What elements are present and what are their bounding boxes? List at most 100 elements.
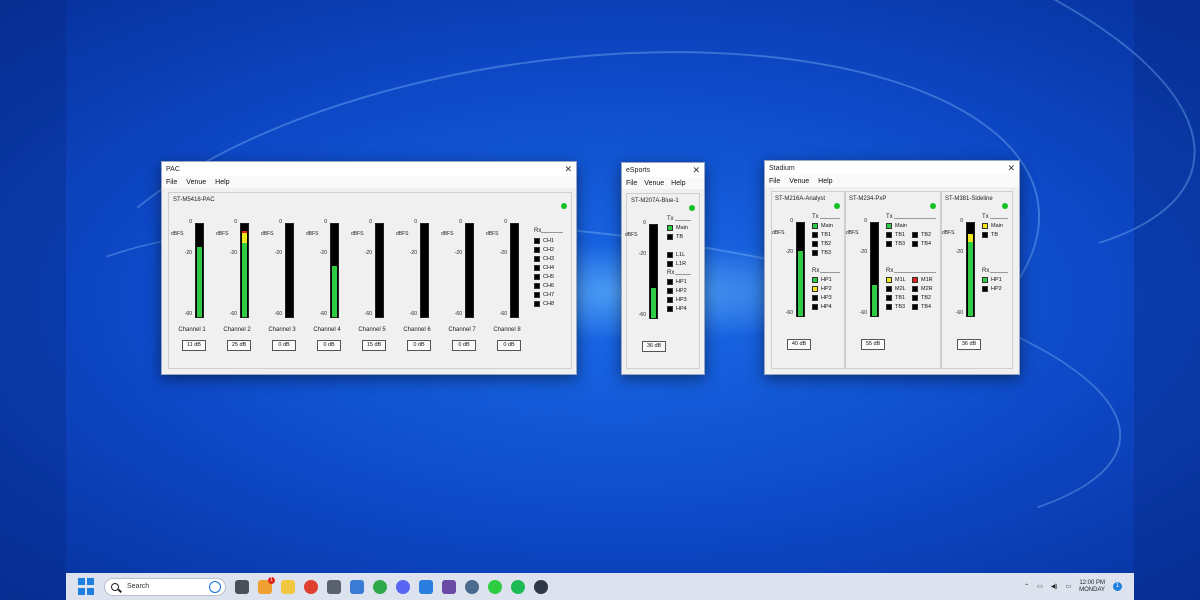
spotify-icon[interactable] <box>511 579 525 594</box>
indicator: HP2 <box>812 285 832 293</box>
photos-icon[interactable] <box>350 579 364 594</box>
stadium-titlebar[interactable]: Stadium ✕ <box>765 161 1019 175</box>
stadium-device-panel: ST-M234-PxP dBFS 0 -20 -60 55 dB Tx Main TB1 TB2 T… <box>845 191 941 369</box>
indicator-lamp <box>812 295 818 301</box>
scale-tick: -20 <box>454 250 462 256</box>
meter-bar <box>420 223 429 318</box>
network-icon[interactable]: ▭ <box>1037 583 1043 590</box>
menu-venue[interactable]: Venue <box>644 180 664 187</box>
indicator-label: CH6 <box>543 283 555 289</box>
task-view-icon[interactable] <box>235 579 249 594</box>
pac-window[interactable]: PAC ✕ File Venue Help ST-M5418-PAC dBFS 0… <box>161 161 577 375</box>
indicator-lamp <box>886 223 892 229</box>
indicator-lamp <box>667 279 673 285</box>
close-icon[interactable]: ✕ <box>692 165 700 176</box>
indicator-label: L1R <box>676 261 687 267</box>
indicator: HP3 <box>812 294 832 302</box>
gain-display[interactable]: 40 dB <box>787 339 811 350</box>
gain-display[interactable]: 25 dB <box>227 340 251 351</box>
menu-help[interactable]: Help <box>818 178 832 185</box>
bing-icon[interactable] <box>209 580 221 593</box>
indicator: Main <box>886 222 907 230</box>
indicator-label: HP2 <box>991 286 1002 292</box>
indicator: M2L <box>886 285 906 293</box>
battery-icon[interactable]: ▭ <box>1065 583 1071 590</box>
settings-icon[interactable] <box>465 579 479 594</box>
gain-display[interactable]: 0 dB <box>497 340 521 351</box>
chrome-icon[interactable] <box>304 579 318 594</box>
status-led <box>834 203 840 209</box>
xbox-icon[interactable] <box>488 579 502 594</box>
indicator: TB2 <box>912 294 931 302</box>
indicator: TB1 <box>886 231 905 239</box>
gain-display[interactable]: 15 dB <box>362 340 386 351</box>
chevron-up-icon[interactable]: ⌃ <box>1024 583 1029 590</box>
calculator-icon[interactable] <box>327 579 341 594</box>
indicator-label: Main <box>991 223 1003 229</box>
level-meter: dBFS 0 -20 -60 <box>306 219 340 319</box>
todo-icon[interactable] <box>419 579 433 594</box>
stadium-window[interactable]: Stadium ✕ File Venue Help ST-M216A-Analy… <box>764 160 1020 375</box>
indicator-label: TB2 <box>821 241 832 247</box>
gain-display[interactable]: 0 dB <box>452 340 476 351</box>
notification-badge[interactable]: 1 <box>1113 582 1122 591</box>
dbfs-label: dBFS <box>486 231 499 237</box>
indicator-label: TB4 <box>921 241 932 247</box>
gain-display[interactable]: 36 dB <box>957 339 981 350</box>
channel-label: Channel 8 <box>493 327 521 333</box>
gain-display[interactable]: 0 dB <box>407 340 431 351</box>
menu-file[interactable]: File <box>166 179 177 186</box>
volume-icon[interactable]: ◀) <box>1051 583 1058 590</box>
stadium-device-panel: ST-M216A-Analyst dBFS 0 -20 -60 40 dB Tx Main TB… <box>771 191 845 369</box>
start-button[interactable] <box>78 577 96 596</box>
pac-menubar: File Venue Help <box>162 176 576 188</box>
meter-fill <box>242 242 247 317</box>
menu-file[interactable]: File <box>769 178 780 185</box>
gain-display[interactable]: 55 dB <box>861 339 885 350</box>
indicator-label: CH5 <box>543 274 555 280</box>
indicator: L1R <box>667 260 686 268</box>
close-icon[interactable]: ✕ <box>1007 163 1015 174</box>
search-placeholder: Search <box>127 583 150 590</box>
meter-bar <box>375 223 384 318</box>
menu-help[interactable]: Help <box>671 180 685 187</box>
menu-help[interactable]: Help <box>215 179 229 186</box>
widgets-icon[interactable]: 1 <box>258 576 275 594</box>
menu-venue[interactable]: Venue <box>186 179 206 186</box>
gain-display[interactable]: 36 dB <box>642 341 666 352</box>
esports-titlebar[interactable]: eSports ✕ <box>622 163 704 177</box>
gain-display[interactable]: 0 dB <box>272 340 296 351</box>
dbfs-label: dBFS <box>396 231 409 237</box>
search-icon <box>111 582 119 591</box>
audio-app-icon[interactable] <box>373 579 387 594</box>
pac-titlebar[interactable]: PAC ✕ <box>162 162 576 176</box>
search-box[interactable]: Search <box>104 577 226 596</box>
gain-display[interactable]: 11 dB <box>182 340 206 351</box>
indicator: TB1 <box>812 231 831 239</box>
channel-label: Channel 4 <box>313 327 341 333</box>
close-icon[interactable]: ✕ <box>564 164 572 175</box>
indicator-lamp <box>534 274 540 280</box>
app-icon[interactable] <box>534 579 548 594</box>
rx-header: Rx <box>886 268 894 274</box>
scale-tick: -60 <box>499 311 507 317</box>
indicator-lamp <box>667 288 673 294</box>
meter-fill-yellow <box>242 233 247 243</box>
clock[interactable]: 12:00 PM MONDAY <box>1079 580 1105 594</box>
channel-label: Channel 5 <box>358 327 386 333</box>
indicator-lamp <box>886 277 892 283</box>
indicator: Main <box>667 224 688 232</box>
esports-window[interactable]: eSports ✕ File Venue Help ST-M207A-Blue-… <box>621 162 705 375</box>
scale-tick: -20 <box>499 250 507 256</box>
indicator-label: CH7 <box>543 292 555 298</box>
editor-icon[interactable] <box>442 579 456 594</box>
indicator: Main <box>982 222 1003 230</box>
menu-venue[interactable]: Venue <box>789 178 809 185</box>
indicator: CH4 <box>534 264 554 272</box>
file-explorer-icon[interactable] <box>281 579 295 594</box>
gain-display[interactable]: 0 dB <box>317 340 341 351</box>
meter-fill <box>798 250 803 316</box>
menu-file[interactable]: File <box>626 180 637 187</box>
discord-icon[interactable] <box>396 579 410 594</box>
indicator-label: M1L <box>895 277 906 283</box>
